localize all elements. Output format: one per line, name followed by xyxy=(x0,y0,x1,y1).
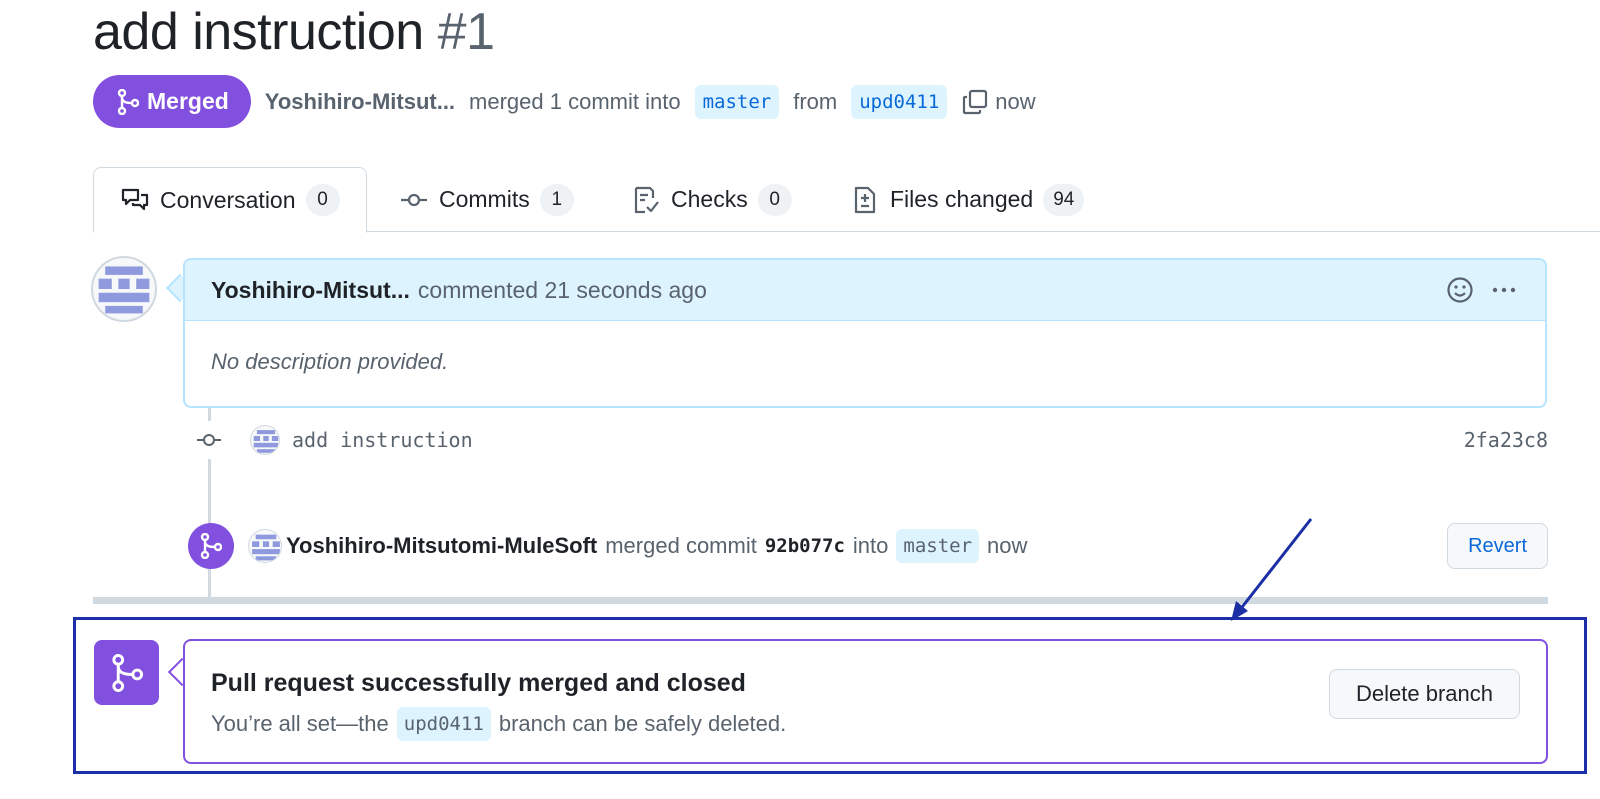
timeline-divider xyxy=(93,597,1548,604)
pr-state-row: Merged Yoshihiro-Mitsut... merged 1 comm… xyxy=(93,75,1036,128)
tab-commits-count: 1 xyxy=(539,183,574,216)
tab-files-changed[interactable]: Files changed 94 xyxy=(850,167,1085,232)
git-commit-icon xyxy=(401,193,427,206)
checklist-icon xyxy=(634,186,659,213)
timeline-commit: add instruction 2fa23c8 xyxy=(194,421,1548,459)
pr-description-comment: Yoshihiro-Mitsut... commented 21 seconds… xyxy=(183,258,1547,408)
tab-checks-count: 0 xyxy=(757,183,792,216)
comment-body: No description provided. xyxy=(211,349,449,374)
commit-message-link[interactable]: add instruction xyxy=(292,428,473,452)
pr-title-text: add instruction xyxy=(93,3,424,61)
pr-author-link[interactable]: Yoshihiro-Mitsut... xyxy=(265,89,455,115)
merger-name[interactable]: Yoshihiro-Mitsutomi-MuleSoft xyxy=(286,533,597,559)
identicon-avatar xyxy=(98,266,150,314)
annotation-highlight-box xyxy=(73,617,1587,774)
merged-commits-text: merged 1 commit into xyxy=(469,88,681,114)
tab-files-changed-count: 94 xyxy=(1043,183,1085,216)
merge-event-into: into xyxy=(852,533,889,558)
timeline-merge-event: Yoshihiro-Mitsutomi-MuleSoft merged comm… xyxy=(188,522,1548,570)
commit-node xyxy=(194,421,224,459)
merger-avatar[interactable] xyxy=(248,529,282,563)
commit-sha-link[interactable]: 2fa23c8 xyxy=(1464,428,1548,452)
comment-meta[interactable]: commented 21 seconds ago xyxy=(418,277,707,304)
comment-header: Yoshihiro-Mitsut... commented 21 seconds… xyxy=(185,260,1545,321)
merged-state-label: Merged xyxy=(147,88,229,114)
tab-commits-label: Commits xyxy=(439,186,530,212)
file-diff-icon xyxy=(854,186,876,213)
head-branch-label[interactable]: upd0411 xyxy=(851,84,948,119)
git-commit-icon xyxy=(197,434,221,446)
author-avatar[interactable] xyxy=(91,256,157,322)
merged-state-badge: Merged xyxy=(93,75,251,128)
pr-title: add instruction #1 xyxy=(93,2,495,62)
merge-event-time: now xyxy=(987,533,1028,558)
git-merge-icon xyxy=(200,533,222,559)
commit-author-avatar[interactable] xyxy=(250,425,280,455)
pr-tabs: Conversation 0 Commits 1 Checks 0 Files … xyxy=(93,167,1600,233)
tab-conversation[interactable]: Conversation 0 xyxy=(93,167,367,233)
pr-number: #1 xyxy=(437,3,495,61)
tab-checks-label: Checks xyxy=(671,186,748,212)
revert-button[interactable]: Revert xyxy=(1447,523,1548,569)
identicon-avatar xyxy=(253,430,279,453)
from-text: from xyxy=(793,88,838,114)
merge-node xyxy=(188,523,234,569)
tab-conversation-count: 0 xyxy=(305,184,340,216)
git-merge-icon xyxy=(117,88,139,115)
tab-conversation-label: Conversation xyxy=(160,186,296,213)
comment-author[interactable]: Yoshihiro-Mitsut... xyxy=(211,277,410,304)
kebab-horizontal-icon[interactable] xyxy=(1489,275,1519,305)
tab-commits[interactable]: Commits 1 xyxy=(399,167,574,232)
merge-event-text: merged commit xyxy=(605,533,757,558)
smiley-icon[interactable] xyxy=(1445,275,1475,305)
comment-actions xyxy=(1445,275,1519,305)
merged-time: now xyxy=(995,88,1036,114)
merge-target-branch[interactable]: master xyxy=(896,529,980,563)
tab-checks[interactable]: Checks 0 xyxy=(631,167,792,232)
identicon-avatar xyxy=(252,534,280,561)
copy-icon[interactable] xyxy=(961,88,989,116)
merge-commit-sha[interactable]: 92b077c xyxy=(765,535,845,557)
tab-files-changed-label: Files changed xyxy=(890,186,1034,212)
comment-discussion-icon xyxy=(121,188,149,211)
base-branch-label[interactable]: master xyxy=(694,84,780,119)
